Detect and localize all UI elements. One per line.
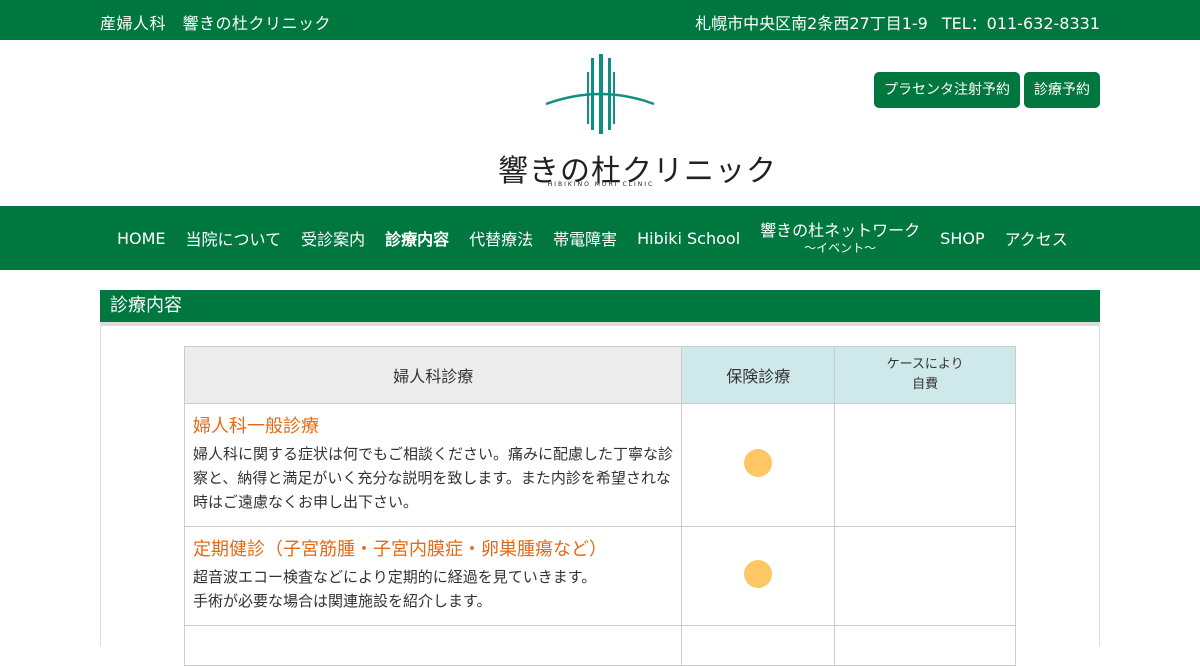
service-text: 婦人科に関する症状は何でもご相談ください。痛みに配慮した丁寧な診察と、納得と満足… <box>193 445 674 511</box>
self-pay-cell <box>834 403 1016 527</box>
nav-item-shop[interactable]: SHOP <box>930 229 994 248</box>
row-description: 婦人科一般診療 婦人科に関する症状は何でもご相談ください。痛みに配慮した丁寧な診… <box>183 403 683 527</box>
nav-network-sub: ～イベント～ <box>804 241 877 255</box>
nav-item-home[interactable]: HOME <box>107 229 176 248</box>
nav-item-network[interactable]: 響きの杜ネットワーク ～イベント～ <box>750 217 930 255</box>
row-description <box>183 625 683 666</box>
service-text-line1: 超音波エコー検査などにより定期的に経過を見ていきます。 <box>193 568 597 586</box>
header-buttons: プラセンタ注射予約 診療予約 <box>874 72 1100 108</box>
nav-item-static-disorder[interactable]: 帯電障害 <box>543 226 627 250</box>
nav-item-access[interactable]: アクセス <box>995 226 1078 250</box>
tel-link[interactable]: TEL：011-632-8331 <box>942 14 1100 33</box>
placenta-reservation-button[interactable]: プラセンタ注射予約 <box>874 72 1020 108</box>
insurance-cell <box>681 403 836 527</box>
top-bar: 産婦人科 響きの杜クリニック 札幌市中央区南2条西27丁目1-9 TEL：011-… <box>0 0 1200 40</box>
clinic-name: 産婦人科 響きの杜クリニック <box>100 14 332 33</box>
header-self-pay-line1: ケースにより <box>886 357 964 372</box>
contact-info: 札幌市中央区南2条西27丁目1-9 TEL：011-632-8331 <box>695 10 1100 34</box>
nav-item-hibiki-school[interactable]: Hibiki School <box>627 229 750 248</box>
available-dot-icon <box>744 560 773 588</box>
insurance-cell <box>681 526 836 626</box>
main-nav: HOME 当院について 受診案内 診療内容 代替療法 帯電障害 Hibiki S… <box>0 206 1200 270</box>
appointment-button[interactable]: 診療予約 <box>1024 72 1100 108</box>
site-header: 響きの杜クリニック HIBIKINO MORI CLINIC プラセンタ注射予約… <box>0 40 1200 206</box>
forest-logo-icon <box>545 54 655 134</box>
service-title: 定期健診（子宮筋腫・子宮内膜症・卵巣腫瘍など） <box>193 539 607 560</box>
table-row: 定期健診（子宮筋腫・子宮内膜症・卵巣腫瘍など） 超音波エコー検査などにより定期的… <box>183 526 1016 626</box>
clinic-logo[interactable]: 響きの杜クリニック HIBIKINO MORI CLINIC <box>498 54 776 194</box>
nav-network-label: 響きの杜ネットワーク <box>760 221 921 240</box>
service-text: 超音波エコー検査などにより定期的に経過を見ていきます。 手術が必要な場合は関連施… <box>193 565 673 613</box>
self-pay-cell <box>834 625 1016 666</box>
nav-item-alternative-therapy[interactable]: 代替療法 <box>459 226 543 250</box>
header-self-pay: ケースにより 自費 <box>834 346 1016 404</box>
row-description: 定期健診（子宮筋腫・子宮内膜症・卵巣腫瘍など） 超音波エコー検査などにより定期的… <box>183 526 683 626</box>
section-title: 診療内容 <box>100 290 1100 322</box>
service-text-line2: 手術が必要な場合は関連施設を紹介します。 <box>193 592 492 610</box>
self-pay-cell <box>834 526 1016 626</box>
header-gynecology: 婦人科診療 <box>183 346 683 404</box>
logo-subtext: HIBIKINO MORI CLINIC <box>547 181 655 188</box>
header-insurance: 保険診療 <box>681 346 836 404</box>
nav-item-services[interactable]: 診療内容 <box>375 226 459 250</box>
nav-item-about[interactable]: 当院について <box>176 226 292 250</box>
table-row <box>183 625 1016 666</box>
address-text: 札幌市中央区南2条西27丁目1-9 <box>695 14 928 33</box>
available-dot-icon <box>744 449 773 477</box>
services-table: 婦人科診療 保険診療 ケースにより 自費 婦人科一般診療 婦人科に関する症状は何… <box>183 346 1016 666</box>
service-title: 婦人科一般診療 <box>193 416 319 437</box>
insurance-cell <box>681 625 836 666</box>
table-header-row: 婦人科診療 保険診療 ケースにより 自費 <box>183 346 1016 404</box>
nav-item-visit-guide[interactable]: 受診案内 <box>291 226 375 250</box>
table-row: 婦人科一般診療 婦人科に関する症状は何でもご相談ください。痛みに配慮した丁寧な診… <box>183 403 1016 527</box>
header-self-pay-line2: 自費 <box>912 377 939 392</box>
